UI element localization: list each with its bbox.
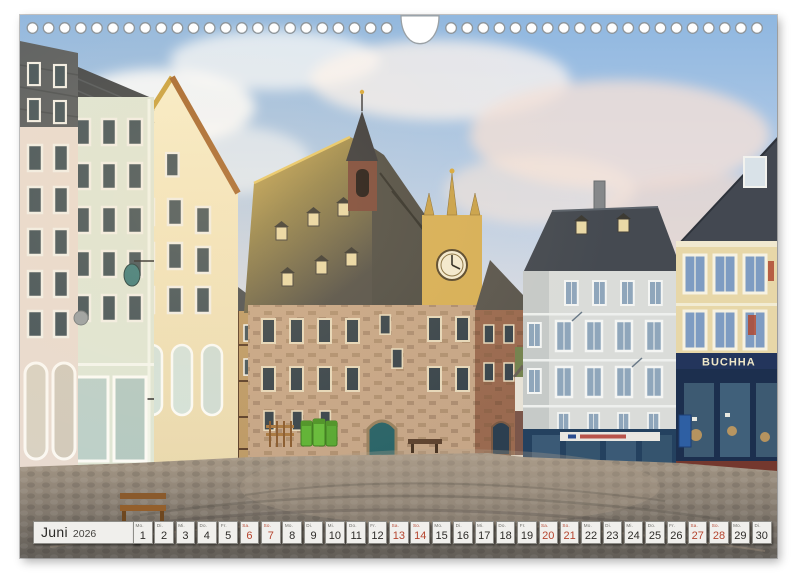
day-cell: Di.30 [752, 521, 772, 544]
day-cell: Di.9 [304, 521, 324, 544]
day-cell: Do.4 [197, 521, 217, 544]
day-cell: Fr.19 [517, 521, 537, 544]
year-label: 2026 [73, 528, 96, 540]
month-box: Juni 2026 [33, 521, 140, 544]
day-cell: Di.2 [154, 521, 174, 544]
month-label: Juni [41, 522, 68, 543]
day-cell: Mi.24 [624, 521, 644, 544]
day-cell: Fr.26 [667, 521, 687, 544]
day-strip: Mo.1Di.2Mi.3Do.4Fr.5Sa.6So.7Mo.8Di.9Mi.1… [133, 521, 772, 544]
day-cell: Do.18 [496, 521, 516, 544]
day-cell: Mi.17 [475, 521, 495, 544]
day-cell: Fr.12 [368, 521, 388, 544]
day-cell: Di.16 [453, 521, 473, 544]
day-cell: Sa.20 [539, 521, 559, 544]
day-cell: Sa.27 [688, 521, 708, 544]
day-cell: Do.11 [346, 521, 366, 544]
day-cell: Mi.10 [325, 521, 345, 544]
day-cell: Sa.6 [240, 521, 260, 544]
day-cell: So.14 [410, 521, 430, 544]
marketplace-photo: BUCHHA [20, 15, 777, 558]
day-cell: Do.25 [645, 521, 665, 544]
day-cell: Mo.22 [581, 521, 601, 544]
day-cell: Mo.8 [282, 521, 302, 544]
day-cell: Mo.1 [133, 521, 153, 544]
day-cell: So.7 [261, 521, 281, 544]
day-cell: Di.23 [603, 521, 623, 544]
day-cell: Mi.3 [176, 521, 196, 544]
day-cell: So.28 [709, 521, 729, 544]
day-cell: Fr.5 [218, 521, 238, 544]
day-cell: Sa.13 [389, 521, 409, 544]
day-cell: So.21 [560, 521, 580, 544]
day-cell: Mo.29 [731, 521, 751, 544]
day-cell: Mo.15 [432, 521, 452, 544]
calendar-page: BUCHHA [20, 15, 777, 558]
